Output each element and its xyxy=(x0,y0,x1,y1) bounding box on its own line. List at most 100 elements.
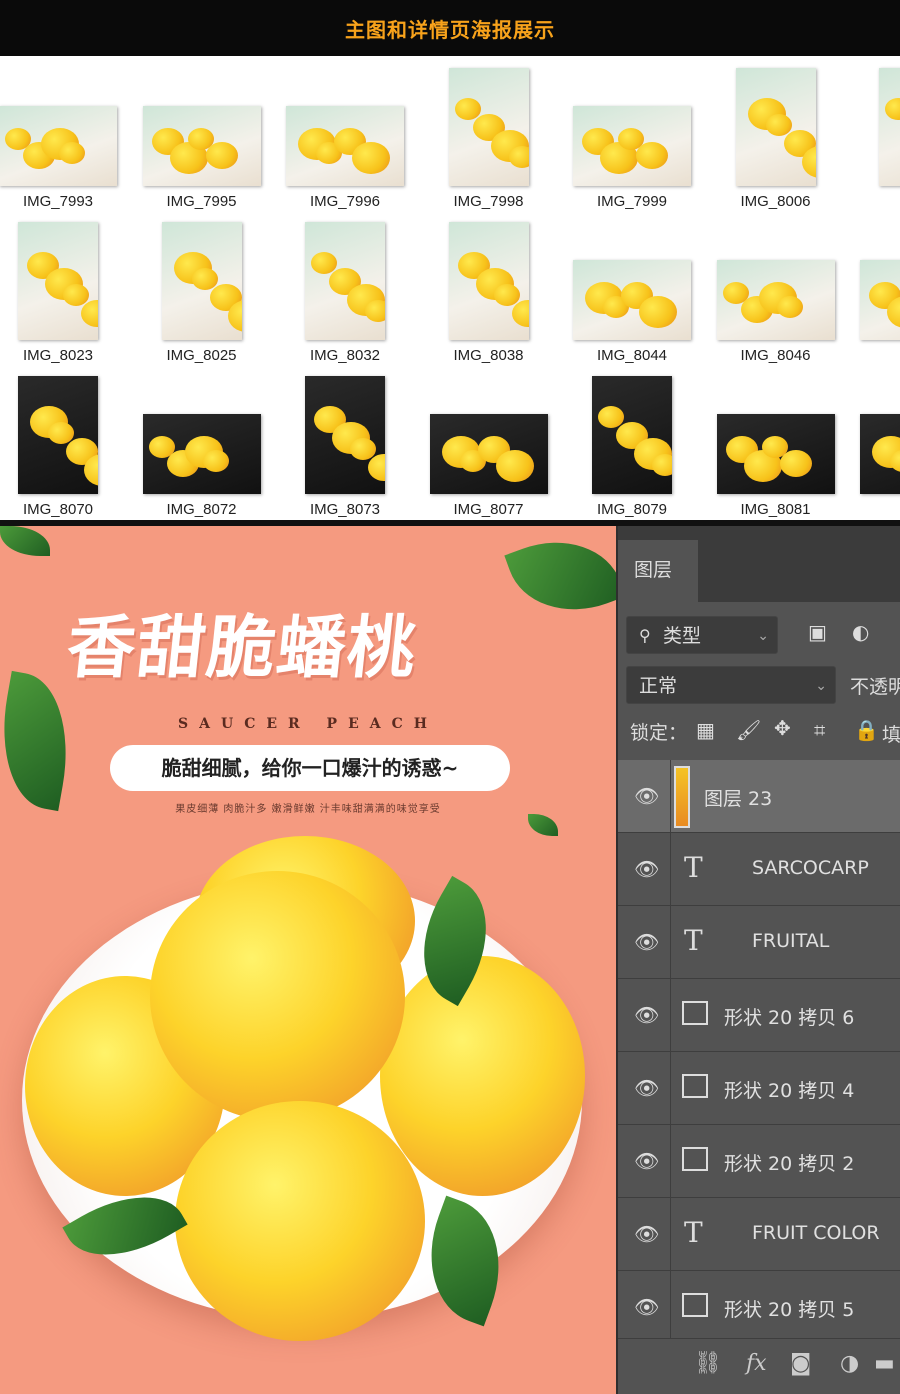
move-icon[interactable]: ✥ xyxy=(774,716,791,740)
layer-row[interactable]: 👁 形状 20 拷贝 2 xyxy=(618,1125,900,1198)
peach-graphic xyxy=(511,300,529,328)
thumbnail-image xyxy=(0,106,117,186)
layer-row[interactable]: 👁 T FRUITAL xyxy=(618,906,900,979)
eye-icon[interactable]: 👁 xyxy=(634,784,659,808)
thumbnail-label: IMG_8032 xyxy=(309,347,381,364)
text-layer-icon: T xyxy=(684,924,703,957)
thumbnail-item[interactable]: IMG_8073 xyxy=(273,366,417,520)
filter-label: 类型 xyxy=(663,625,702,647)
thumbnail-item[interactable]: IMG_8038 xyxy=(417,212,561,366)
eye-icon[interactable]: 👁 xyxy=(634,930,659,954)
leaf-decoration xyxy=(0,526,50,556)
peach-graphic xyxy=(652,454,672,477)
thumbnail-item[interactable]: IM xyxy=(847,212,900,366)
divider xyxy=(670,906,671,979)
thumbnail-item[interactable]: IMG_8032 xyxy=(273,212,417,366)
thumbnail-item[interactable]: IMG_8077 xyxy=(417,366,561,520)
eye-icon[interactable]: 👁 xyxy=(634,1076,659,1100)
thumbnail-label: IMG_8079 xyxy=(596,501,668,518)
thumbnail-image xyxy=(573,106,691,186)
layer-row[interactable]: 👁 T FRUIT COLOR xyxy=(618,1198,900,1271)
adjustment-filter-icon[interactable]: ◐ xyxy=(852,620,869,644)
divider xyxy=(670,760,671,833)
thumbnail-item[interactable]: IMG_8044 xyxy=(560,212,704,366)
peach-graphic xyxy=(779,450,812,478)
thumbnail-label: IMG_8044 xyxy=(596,347,668,364)
thumbnail-item[interactable]: IMG_8081 xyxy=(704,366,848,520)
thumbnail-item[interactable]: IMG_7999 xyxy=(560,58,704,212)
eye-icon[interactable]: 👁 xyxy=(634,1222,659,1246)
layer-row[interactable]: 👁 形状 20 拷贝 5 xyxy=(618,1271,900,1344)
layer-row[interactable]: 👁 图层 23 xyxy=(618,760,900,833)
thumbnail-image xyxy=(573,260,691,340)
folder-icon[interactable]: ▬ xyxy=(874,1351,895,1376)
thumbnail-label: IMG_8073 xyxy=(309,501,381,518)
image-filter-icon[interactable]: ▣ xyxy=(808,620,827,644)
blend-mode-select[interactable]: 正常 ⌄ xyxy=(626,666,836,704)
peach xyxy=(150,871,405,1121)
thumbnail-item[interactable]: IMG_8072 xyxy=(130,366,274,520)
thumbnail-item[interactable]: IMG_7993 xyxy=(0,58,130,212)
thumbnail-item[interactable]: IMG_8025 xyxy=(130,212,274,366)
panel-tabbar: 图层 xyxy=(618,526,900,602)
thumbnail-item[interactable]: IMG_8079 xyxy=(560,366,704,520)
poster-small-text: 果皮细薄 肉脆汁多 嫩滑鲜嫩 汁丰味甜满满的味觉享受 xyxy=(175,804,441,815)
thumbnail-label: IMG_8077 xyxy=(453,501,524,518)
thumbnail-item[interactable]: IMG_7998 xyxy=(417,58,561,212)
eye-icon[interactable]: 👁 xyxy=(634,1003,659,1027)
thumbnail-image xyxy=(860,260,900,340)
thumbnail-item[interactable]: IMG_8046 xyxy=(704,212,848,366)
thumbnail-label: IMG_8006 xyxy=(740,193,811,210)
thumbnail-item[interactable]: IMG_7996 xyxy=(273,58,417,212)
thumbnail-item[interactable]: IM xyxy=(847,58,900,212)
text-layer-icon: T xyxy=(684,851,703,884)
thumbnail-image xyxy=(161,222,242,340)
tab-layers[interactable]: 图层 xyxy=(618,540,698,602)
peach xyxy=(175,1101,425,1341)
shape-layer-icon xyxy=(682,1293,708,1317)
shape-layer-icon xyxy=(682,1147,708,1171)
peach-graphic xyxy=(639,296,677,329)
layer-row[interactable]: 👁 形状 20 拷贝 6 xyxy=(618,979,900,1052)
brush-icon[interactable]: 🖌 xyxy=(736,718,761,742)
layer-row[interactable]: 👁 T SARCOCARP xyxy=(618,833,900,906)
layer-row[interactable]: 👁 形状 20 拷贝 4 xyxy=(618,1052,900,1125)
thumbnail-item[interactable]: IM xyxy=(847,366,900,520)
lock-icon[interactable]: 🔒 xyxy=(854,718,879,742)
thumbnail-image xyxy=(286,106,404,186)
layer-name: SARCOCARP xyxy=(752,857,869,879)
adjustment-icon[interactable]: ◑ xyxy=(840,1351,859,1376)
lock-transparent-icon[interactable]: ▦ xyxy=(696,718,715,742)
layer-name: 形状 20 拷贝 6 xyxy=(724,1007,855,1029)
leaf-decoration xyxy=(504,526,616,631)
thumbnail-label: IMG_7995 xyxy=(166,193,237,210)
thumbnail-label: IMG_8072 xyxy=(166,501,237,518)
layer-thumbnail xyxy=(674,766,690,828)
fx-icon[interactable]: fx xyxy=(746,1351,767,1376)
eye-icon[interactable]: 👁 xyxy=(634,857,659,881)
thumbnail-image xyxy=(18,222,98,340)
filter-type-select[interactable]: ⚲ 类型 ⌄ xyxy=(626,616,778,654)
panel-bottom-toolbar: ⛓ fx ◙ ◑ ▬ xyxy=(618,1338,900,1394)
crop-icon[interactable]: ⌗ xyxy=(814,718,825,742)
thumbnail-item[interactable]: IMG_7995 xyxy=(130,58,274,212)
divider xyxy=(670,1271,671,1344)
thumbnail-image xyxy=(735,68,816,186)
eye-icon[interactable]: 👁 xyxy=(634,1149,659,1173)
eye-icon[interactable]: 👁 xyxy=(634,1295,659,1319)
thumbnail-label: IMG_7999 xyxy=(596,193,668,210)
thumbnail-image xyxy=(142,106,261,186)
divider xyxy=(670,979,671,1052)
thumbnail-label: IMG_7996 xyxy=(309,193,381,210)
mask-icon[interactable]: ◙ xyxy=(790,1351,811,1376)
leaf-decoration xyxy=(528,814,558,836)
link-icon[interactable]: ⛓ xyxy=(694,1351,722,1376)
layers-list: 👁 图层 23 👁 T SARCOCARP 👁 T FRUITAL 👁 形状 20 拷贝 6 👁 形状… xyxy=(618,760,900,1344)
peach-graphic xyxy=(776,296,803,319)
peach-graphic xyxy=(508,146,529,169)
thumbnail-item[interactable]: IMG_8006 xyxy=(704,58,848,212)
thumbnail-item[interactable]: IMG_8023 xyxy=(0,212,130,366)
layers-panel: 图层 ⚲ 类型 ⌄ ▣ ◐ 正常 ⌄ 不透明 锁定： ▦ 🖌 ✥ ⌗ 🔒 填 👁… xyxy=(616,526,900,1394)
thumbnail-item[interactable]: IMG_8070 xyxy=(0,366,130,520)
leaf-decoration xyxy=(0,670,81,812)
